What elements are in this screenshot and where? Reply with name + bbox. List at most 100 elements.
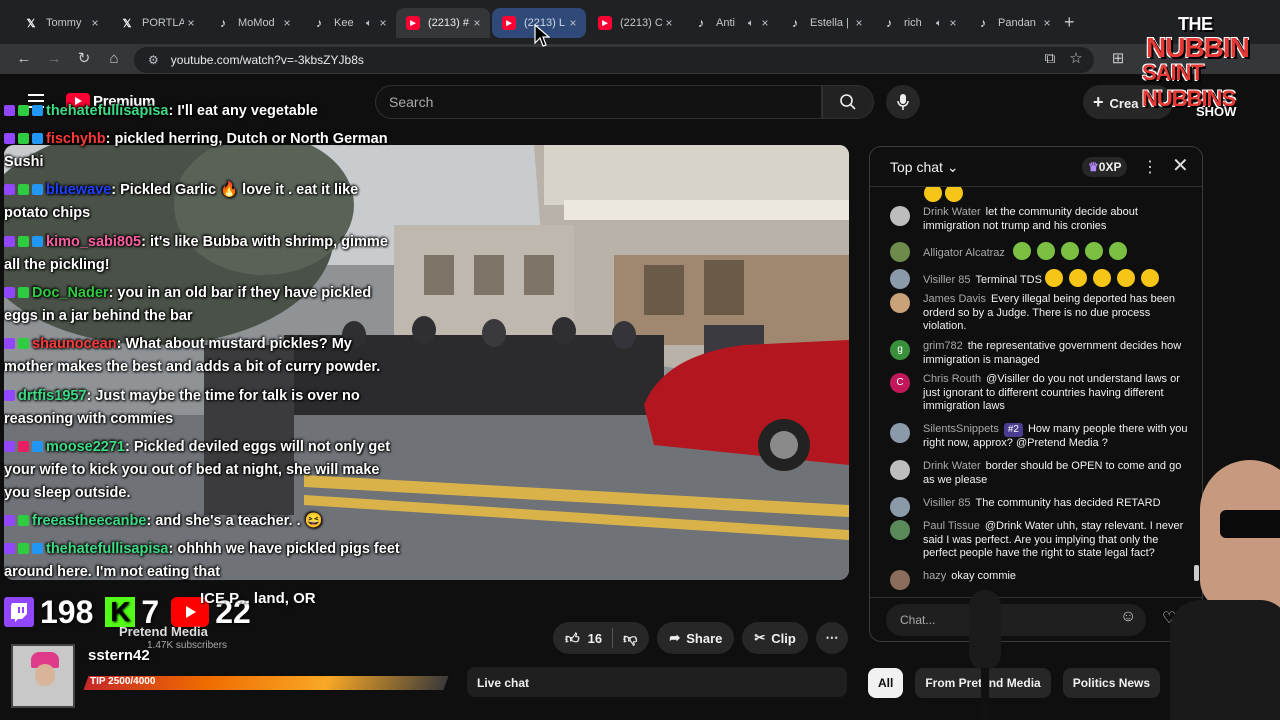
chat-message[interactable]: C Chris Routh @Visiller do you not underst… <box>890 373 1190 414</box>
speaker-icon[interactable]: 🔈︎ <box>748 18 754 29</box>
site-info-icon[interactable]: ⚙ <box>148 53 159 67</box>
forward-icon[interactable]: → <box>44 49 64 69</box>
avatar[interactable] <box>890 520 910 540</box>
tab-title: MoMod <box>238 17 275 29</box>
avatar[interactable] <box>890 242 910 262</box>
close-tab-icon[interactable]: × <box>280 16 294 30</box>
tab-title: Pandan <box>998 17 1036 29</box>
chat-author[interactable]: Visiller 85 <box>923 274 971 286</box>
tab-title: rich <box>904 17 922 29</box>
avatar[interactable] <box>890 206 910 226</box>
chat-message[interactable]: hazy okay commie <box>890 570 1190 590</box>
new-tab-icon[interactable]: + <box>1064 12 1075 33</box>
avatar[interactable] <box>890 423 910 443</box>
chat-author[interactable]: hazy <box>923 570 946 582</box>
close-tab-icon[interactable]: × <box>566 16 580 30</box>
browser-tab[interactable]: ♪ MoMod × <box>206 8 300 38</box>
live-chat-tab[interactable]: Live chat <box>467 667 847 697</box>
address-bar[interactable]: ⚙ youtube.com/watch?v=-3kbsZYJb8s <box>134 47 1094 73</box>
avatar[interactable] <box>890 570 910 590</box>
like-count[interactable]: 16 <box>588 631 602 646</box>
avatar[interactable]: C <box>890 373 910 393</box>
close-tab-icon[interactable]: × <box>946 16 960 30</box>
browser-tab[interactable]: 𝕏 PORTLA × <box>110 8 204 38</box>
chat-message[interactable]: Drink Water let the community decide abou… <box>890 206 1190 233</box>
browser-tab[interactable]: ♪ rich 🔈︎ × <box>872 8 966 38</box>
more-options-icon[interactable]: ⋮ <box>1142 157 1158 177</box>
chat-author[interactable]: SilentsSnippets <box>923 423 999 435</box>
chat-message[interactable]: Alligator Alcatraz <box>890 242 1190 262</box>
browser-tab[interactable]: 𝕏 Tommy × <box>14 8 108 38</box>
browser-tab[interactable]: ♪ Kee 🔈︎ × <box>302 8 396 38</box>
filter-chip[interactable]: All <box>868 668 904 698</box>
browser-tab[interactable]: ♪ Anti 🔈︎ × <box>684 8 778 38</box>
close-tab-icon[interactable]: × <box>758 16 772 30</box>
chat-author[interactable]: Visiller 85 <box>923 497 971 509</box>
tiktok-icon: ♪ <box>698 16 704 30</box>
chat-author[interactable]: Drink Water <box>923 460 981 472</box>
avatar[interactable]: g <box>890 340 910 360</box>
thumbs-down-icon[interactable]: 👎︎ <box>623 630 637 647</box>
chat-message[interactable]: SilentsSnippets #2 How many people there w… <box>890 423 1190 450</box>
more-actions-icon[interactable]: ⋯ <box>815 622 848 654</box>
speaker-icon[interactable]: 🔈︎ <box>936 18 942 29</box>
chat-message[interactable]: James Davis Every illegal being deported … <box>890 293 1190 334</box>
chat-message[interactable]: Drink Water border should be OPEN to come… <box>890 460 1190 487</box>
browser-tab[interactable]: ♪ Pandan × <box>966 8 1060 38</box>
extensions-icon[interactable]: ⊞ <box>1108 49 1128 69</box>
top-chat-label: Top chat <box>890 159 943 175</box>
chat-message[interactable]: Visiller 85 The community has decided RET… <box>890 497 1190 517</box>
chat-author[interactable]: Chris Routh <box>923 373 981 385</box>
avatar[interactable] <box>890 460 910 480</box>
chat-author[interactable]: Drink Water <box>923 206 981 218</box>
reload-icon[interactable]: ↻ <box>74 49 94 69</box>
overlay-chat-username: freeastheecanbe <box>32 513 147 529</box>
close-tab-icon[interactable]: × <box>376 16 390 30</box>
overlay-chat-message: drtfis1957: Just maybe the time for talk… <box>4 385 404 431</box>
chat-author[interactable]: James Davis <box>923 293 986 305</box>
chat-message[interactable]: Paul Tissue @Drink Water uhh, stay releva… <box>890 520 1190 561</box>
chat-message[interactable]: g grim782 the representative government de… <box>890 340 1190 367</box>
face <box>35 664 55 686</box>
close-tab-icon[interactable]: × <box>470 16 484 30</box>
live-chat-panel: Top chat ⌄ ♛0XP ⋮ ✕ Drink Water let the c… <box>869 146 1203 642</box>
chat-message-body: SilentsSnippets #2 How many people there w… <box>923 423 1190 450</box>
chat-author[interactable]: grim782 <box>923 340 963 352</box>
avatar[interactable] <box>890 269 910 289</box>
chat-message-body: Chris Routh @Visiller do you not understa… <box>923 373 1190 414</box>
thumbs-up-icon[interactable]: 👍︎ <box>565 630 580 647</box>
chat-author[interactable]: Alligator Alcatraz <box>923 247 1005 259</box>
avatar[interactable] <box>890 293 910 313</box>
bookmark-star-icon[interactable]: ☆ <box>1066 49 1086 69</box>
search-input[interactable]: Search <box>375 85 822 119</box>
close-tab-icon[interactable]: × <box>88 16 102 30</box>
back-icon[interactable]: ← <box>14 49 34 69</box>
search-button[interactable] <box>822 85 874 119</box>
close-chat-icon[interactable]: ✕ <box>1172 153 1189 178</box>
voice-search-button[interactable] <box>886 85 920 119</box>
chat-author[interactable]: Paul Tissue <box>923 520 980 532</box>
close-tab-icon[interactable]: × <box>1040 16 1054 30</box>
channel-name[interactable]: Pretend Media <box>119 624 208 639</box>
clip-button[interactable]: ✂ Clip <box>742 622 808 654</box>
home-icon[interactable]: ⌂ <box>104 49 124 69</box>
top-chat-dropdown[interactable]: Top chat ⌄ <box>890 159 959 176</box>
chat-message[interactable]: Visiller 85 Terminal TDS <box>890 269 1190 289</box>
close-tab-icon[interactable]: × <box>852 16 866 30</box>
chat-message-list: Drink Water let the community decide abou… <box>870 187 1202 597</box>
browser-tab[interactable]: ▶ (2213) # × <box>396 8 490 38</box>
browser-tab[interactable]: ▶ (2213) C × <box>588 8 682 38</box>
install-app-icon[interactable]: ⧉ <box>1040 49 1060 69</box>
close-tab-icon[interactable]: × <box>662 16 676 30</box>
emoji-picker-icon[interactable]: ☺ <box>1120 608 1136 626</box>
xp-badge[interactable]: ♛0XP <box>1082 157 1128 177</box>
share-button[interactable]: ➦ Share <box>657 622 735 654</box>
close-tab-icon[interactable]: × <box>184 16 198 30</box>
browser-tab[interactable]: ♪ Estella | × <box>778 8 872 38</box>
browser-toolbar: ← → ↻ ⌂ ⚙ youtube.com/watch?v=-3kbsZYJb8… <box>0 44 1280 74</box>
frog-emoji-icon <box>1012 242 1031 260</box>
filter-chip[interactable]: Politics News <box>1062 668 1161 698</box>
avatar[interactable] <box>890 497 910 517</box>
chat-input[interactable]: Chat... <box>886 604 1146 636</box>
speaker-icon[interactable]: 🔈︎ <box>366 18 372 29</box>
